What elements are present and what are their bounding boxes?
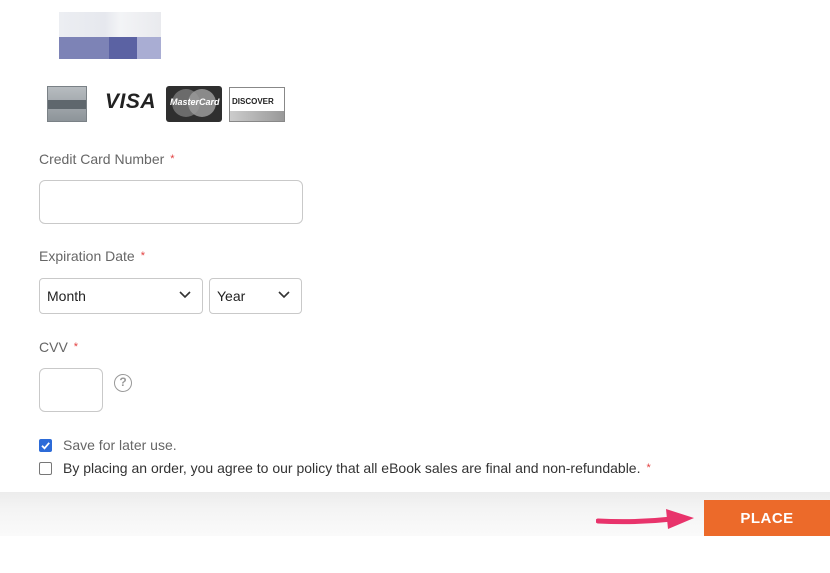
site-logo (59, 12, 161, 59)
amex-logo (47, 86, 87, 122)
month-select[interactable]: Month (39, 278, 203, 314)
help-icon[interactable]: ? (114, 374, 132, 392)
discover-logo: DISCOVER (229, 87, 285, 122)
required-marker: * (73, 341, 79, 353)
credit-card-number-input[interactable] (39, 180, 303, 224)
arrow-icon (596, 509, 694, 529)
save-for-later-label: Save for later use. (63, 437, 177, 453)
required-marker: * (170, 153, 175, 165)
cvv-input[interactable] (39, 368, 103, 412)
place-order-button[interactable]: PLACE ORDER (704, 500, 830, 563)
mastercard-logo: MasterCard (166, 86, 222, 122)
agreement-label: By placing an order, you agree to our po… (63, 460, 651, 476)
year-select-value: Year (217, 288, 246, 304)
save-for-later-checkbox[interactable] (39, 439, 52, 452)
checkmark-icon (41, 442, 50, 450)
year-select[interactable]: Year (209, 278, 302, 314)
cvv-label: CVV * (39, 339, 79, 355)
chevron-down-icon (278, 291, 290, 299)
required-marker: * (140, 250, 145, 262)
required-marker: * (646, 462, 651, 474)
expiration-date-label: Expiration Date * (39, 248, 145, 264)
chevron-down-icon (179, 291, 191, 299)
credit-card-number-label: Credit Card Number * (39, 151, 175, 167)
month-select-value: Month (47, 288, 86, 304)
visa-logo: VISA (105, 90, 157, 113)
agreement-checkbox[interactable] (39, 462, 52, 475)
